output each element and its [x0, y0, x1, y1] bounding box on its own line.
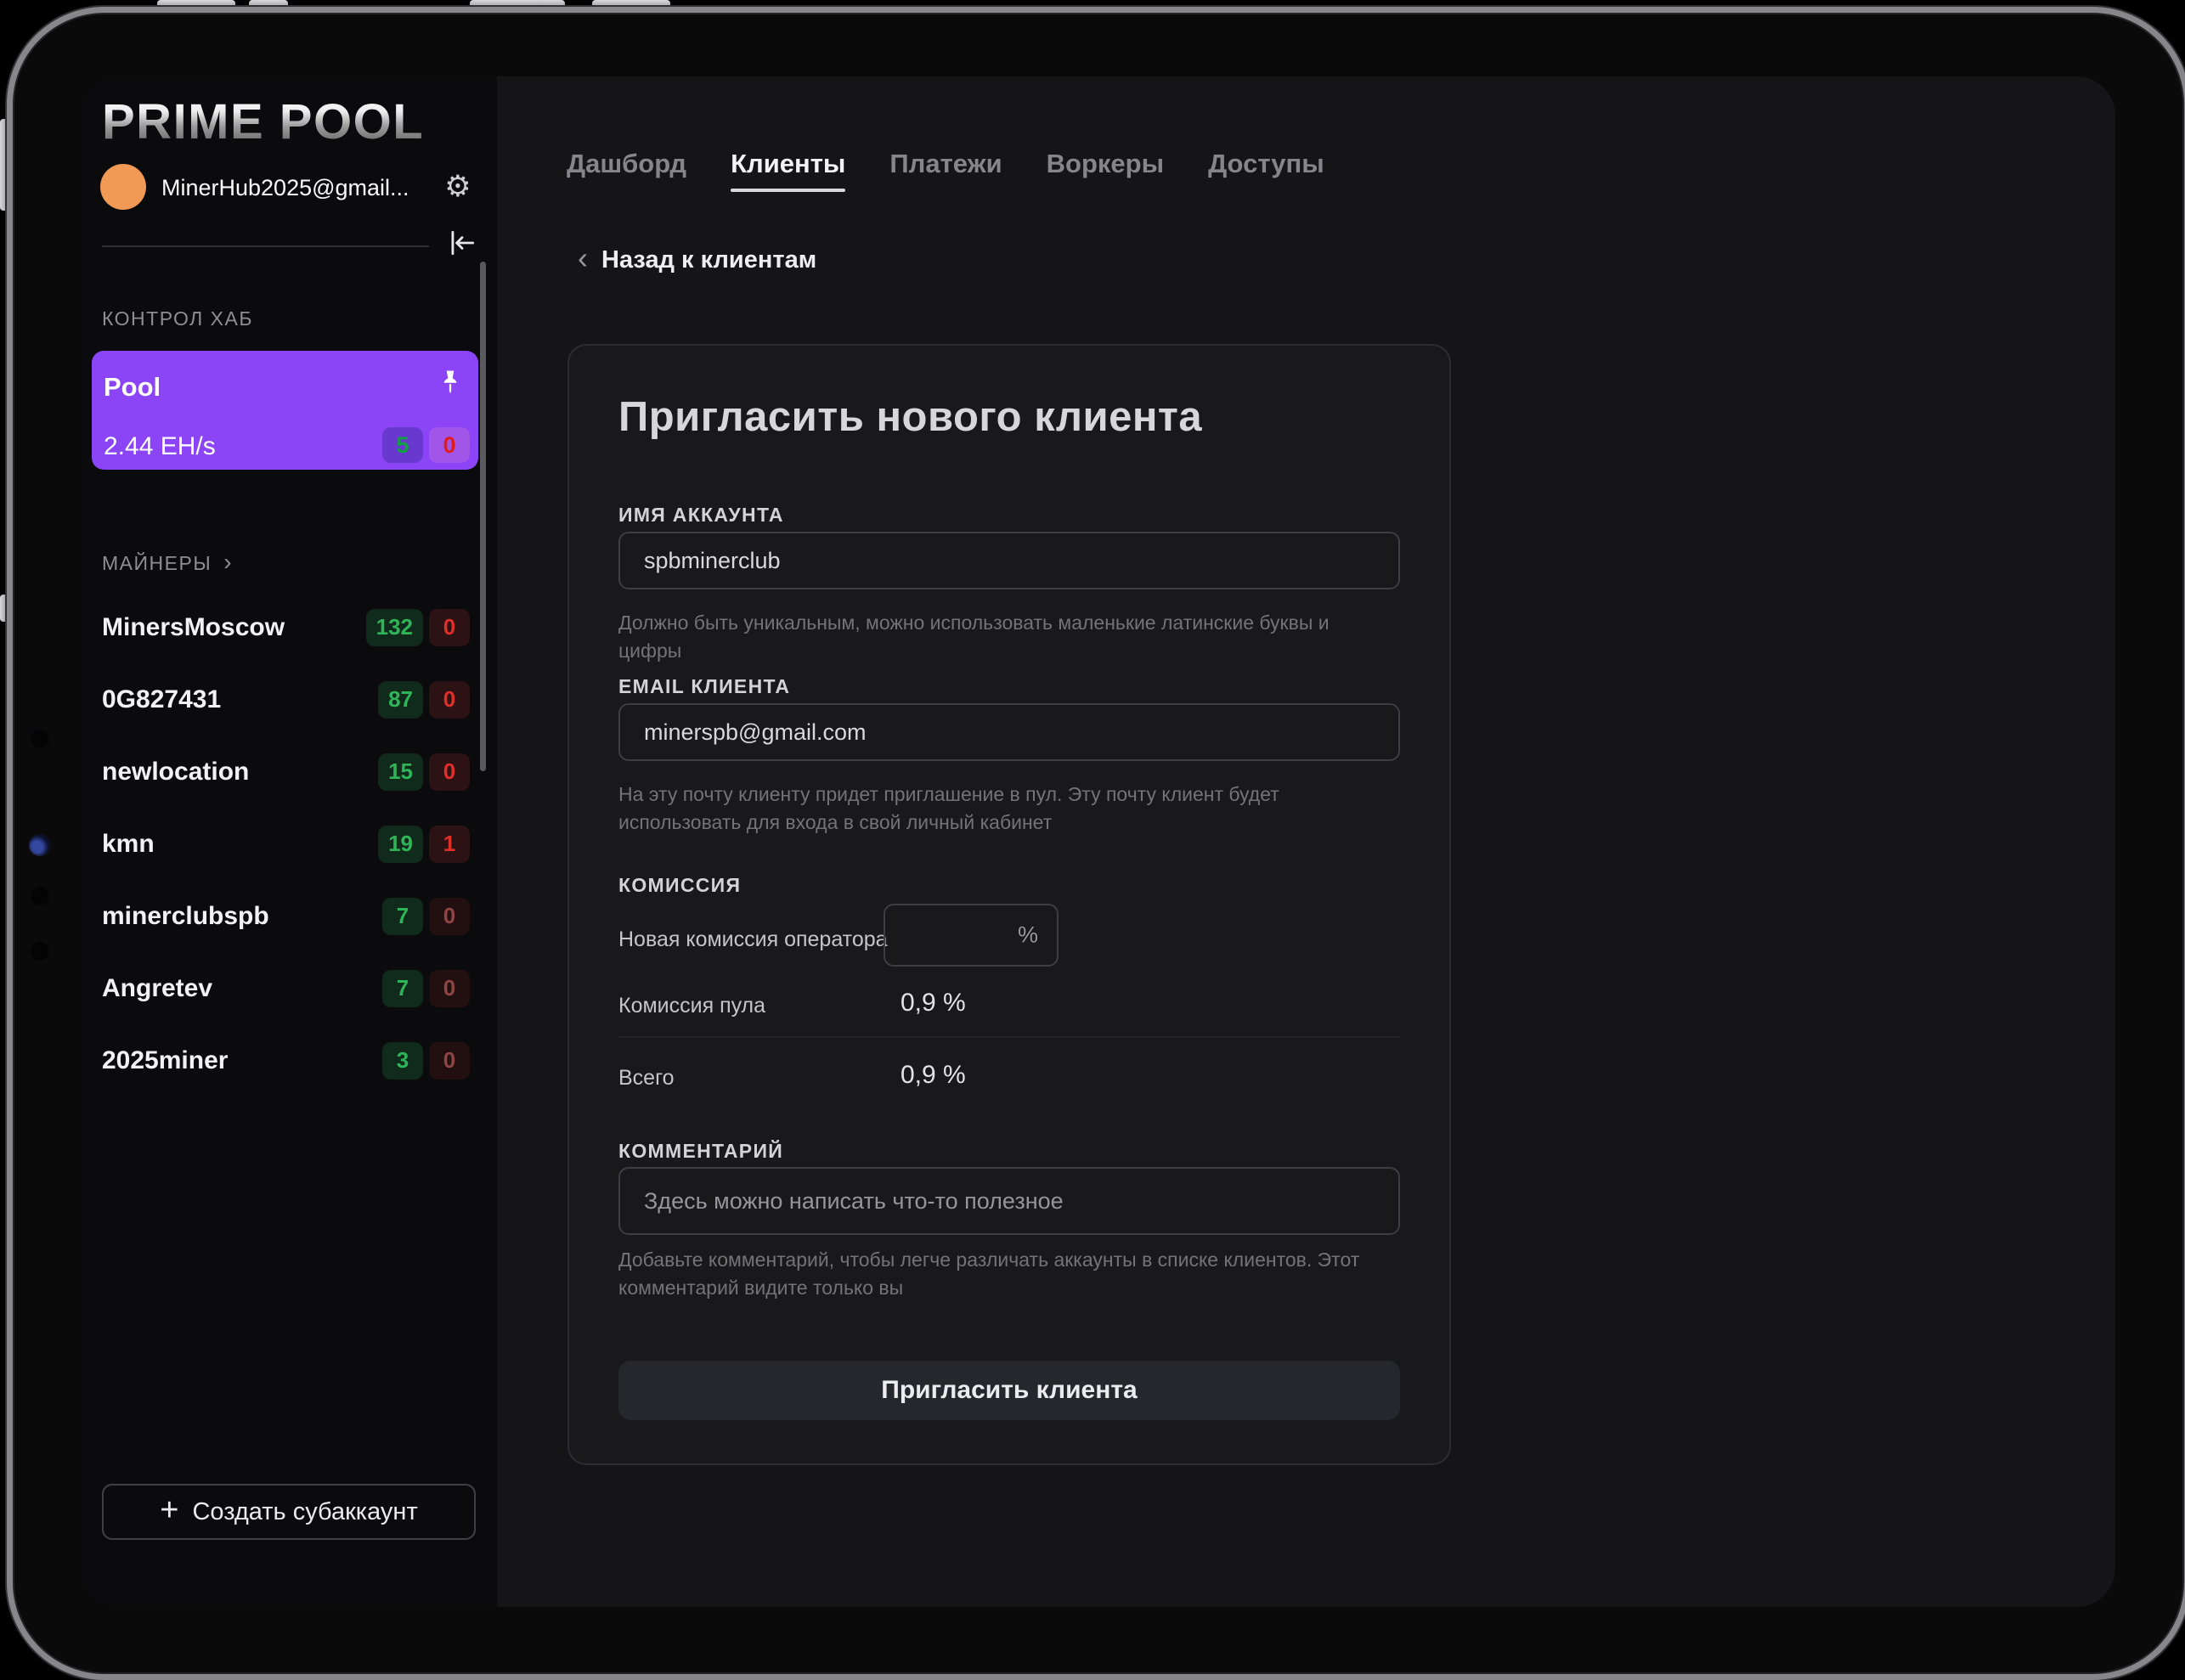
commission-label: КОМИССИЯ: [618, 874, 741, 897]
online-count-badge: 15: [378, 753, 423, 791]
miner-row[interactable]: MinersMoscow 132 0: [92, 591, 478, 663]
online-count-badge: 3: [382, 1042, 423, 1080]
miner-name: Angretev: [102, 974, 382, 1003]
main-content: Дашборд Клиенты Платежи Воркеры Доступы …: [497, 76, 2115, 1607]
bezel-sensor-dot: [29, 728, 51, 750]
operator-commission-label: Новая комиссия оператора: [618, 927, 888, 952]
miners-list: MinersMoscow 132 0 0G827431 87 0: [92, 591, 478, 1097]
chevron-right-icon: ›: [223, 549, 233, 575]
miner-row[interactable]: kmn 19 1: [92, 808, 478, 880]
pool-name: Pool: [104, 372, 161, 403]
miner-name: 2025miner: [102, 1046, 382, 1075]
comment-helper: Добавьте комментарий, чтобы легче различ…: [618, 1246, 1366, 1302]
account-email[interactable]: MinerHub2025@gmail...: [161, 175, 433, 201]
pin-icon[interactable]: [436, 368, 465, 397]
online-count-badge: 7: [382, 970, 423, 1007]
card-title: Пригласить нового клиента: [618, 393, 1202, 441]
online-count-badge: 19: [378, 826, 423, 863]
miner-name: MinersMoscow: [102, 613, 366, 642]
miner-name: 0G827431: [102, 685, 378, 714]
section-control-hub: КОНТРОЛ ХАБ: [102, 307, 253, 330]
pool-hashrate: 2.44 EH/s: [104, 432, 216, 461]
app-logo: PRIME POOL: [102, 93, 424, 150]
miner-row[interactable]: 0G827431 87 0: [92, 663, 478, 736]
miner-badges: 15 0: [378, 753, 470, 791]
miner-name: minerclubspb: [102, 902, 382, 931]
miner-badges: 19 1: [378, 826, 470, 863]
client-email-input[interactable]: [618, 703, 1400, 761]
commission-divider: [618, 1036, 1400, 1038]
miner-badges: 87 0: [378, 681, 470, 719]
offline-count-badge: 0: [429, 427, 470, 463]
total-commission-label: Всего: [618, 1066, 675, 1091]
invite-client-button[interactable]: Пригласить клиента: [618, 1361, 1400, 1420]
online-count-badge: 87: [378, 681, 423, 719]
chevron-left-icon: ‹: [578, 240, 588, 276]
miners-section-label: МАЙНЕРЫ: [102, 552, 212, 574]
miner-badges: 3 0: [382, 1042, 470, 1080]
miner-name: kmn: [102, 830, 378, 859]
offline-count-badge: 0: [429, 898, 470, 935]
miner-row[interactable]: minerclubspb 7 0: [92, 880, 478, 952]
tab-dashboard[interactable]: Дашборд: [567, 149, 686, 192]
miner-badges: 7 0: [382, 898, 470, 935]
tab-clients[interactable]: Клиенты: [731, 149, 845, 192]
miner-badges: 7 0: [382, 970, 470, 1007]
avatar[interactable]: [100, 164, 146, 210]
create-subaccount-button[interactable]: + Создать субаккаунт: [102, 1484, 476, 1540]
front-camera-icon: [29, 834, 51, 856]
miner-row[interactable]: 2025miner 3 0: [92, 1024, 478, 1097]
offline-count-badge: 0: [429, 681, 470, 719]
tab-payments[interactable]: Платежи: [889, 149, 1002, 192]
back-link-label: Назад к клиентам: [601, 246, 816, 274]
settings-gear-icon[interactable]: ⚙: [439, 168, 477, 206]
app-screen: PRIME POOL MinerHub2025@gmail... ⚙ КОНТР…: [81, 76, 2115, 1607]
online-count-badge: 7: [382, 898, 423, 935]
invite-client-card: Пригласить нового клиента ИМЯ АККАУНТА Д…: [567, 344, 1451, 1465]
total-commission-value: 0,9 %: [901, 1061, 966, 1090]
pool-commission-label: Комиссия пула: [618, 994, 765, 1018]
back-to-clients-link[interactable]: ‹ Назад к клиентам: [578, 245, 816, 276]
miner-row[interactable]: newlocation 15 0: [92, 736, 478, 808]
tab-access[interactable]: Доступы: [1208, 149, 1324, 192]
miner-badges: 132 0: [366, 609, 470, 646]
section-miners[interactable]: МАЙНЕРЫ ›: [102, 549, 233, 576]
comment-input[interactable]: [618, 1167, 1400, 1235]
sidebar-scrollbar[interactable]: [480, 262, 486, 771]
operator-commission-field: %: [884, 904, 1059, 967]
collapse-sidebar-icon[interactable]: [446, 227, 478, 259]
plus-icon: +: [160, 1492, 178, 1529]
account-name-input[interactable]: [618, 532, 1400, 589]
sidebar: PRIME POOL MinerHub2025@gmail... ⚙ КОНТР…: [81, 76, 497, 1607]
miner-row[interactable]: Angretev 7 0: [92, 952, 478, 1024]
top-nav-tabs: Дашборд Клиенты Платежи Воркеры Доступы: [567, 149, 1324, 192]
tablet-frame: PRIME POOL MinerHub2025@gmail... ⚙ КОНТР…: [7, 7, 2185, 1680]
sidebar-item-pool[interactable]: Pool 2.44 EH/s 5 0: [92, 351, 478, 470]
client-email-helper: На эту почту клиенту придет приглашение …: [618, 781, 1366, 837]
tab-workers[interactable]: Воркеры: [1047, 149, 1164, 192]
sidebar-divider: [102, 245, 429, 247]
pool-commission-value: 0,9 %: [901, 989, 966, 1018]
page-canvas: PRIME POOL MinerHub2025@gmail... ⚙ КОНТР…: [0, 0, 2185, 1680]
offline-count-badge: 0: [429, 753, 470, 791]
offline-count-badge: 0: [429, 970, 470, 1007]
online-count-badge: 5: [382, 427, 423, 463]
offline-count-badge: 0: [429, 1042, 470, 1080]
comment-label: КОММЕНТАРИЙ: [618, 1140, 783, 1163]
percent-suffix: %: [1018, 922, 1038, 949]
offline-count-badge: 0: [429, 609, 470, 646]
bezel-sensor-dot: [29, 885, 51, 907]
create-subaccount-label: Создать субаккаунт: [192, 1498, 417, 1526]
offline-count-badge: 1: [429, 826, 470, 863]
client-email-label: EMAIL КЛИЕНТА: [618, 675, 790, 698]
online-count-badge: 132: [366, 609, 423, 646]
bezel-sensor-dot: [29, 940, 51, 962]
account-name-helper: Должно быть уникальным, можно использова…: [618, 609, 1366, 665]
miner-name: newlocation: [102, 758, 378, 786]
account-name-label: ИМЯ АККАУНТА: [618, 504, 784, 527]
pool-badges: 5 0: [382, 427, 470, 463]
